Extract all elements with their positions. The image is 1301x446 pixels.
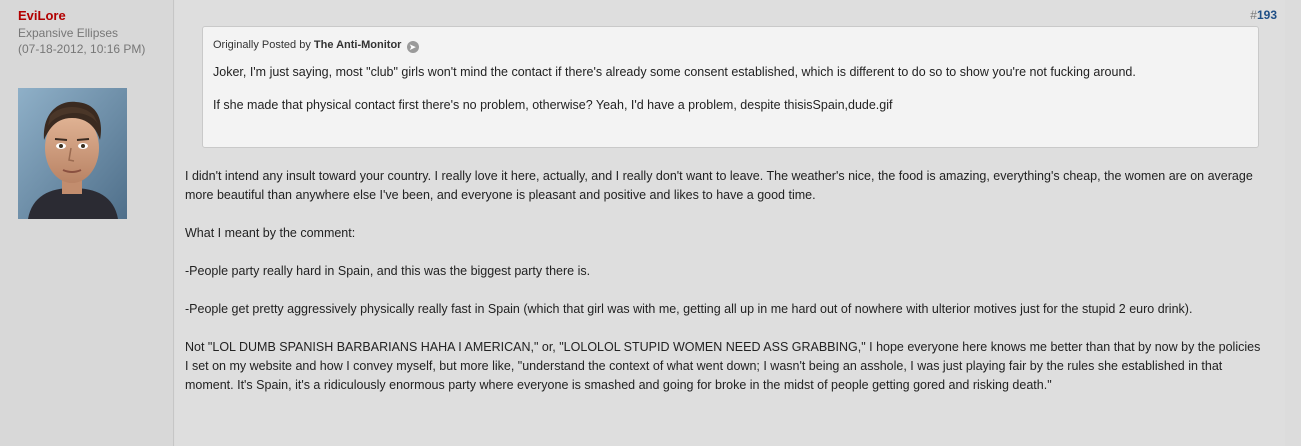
message-paragraph: -People get pretty aggressively physical… xyxy=(185,302,1193,316)
forum-post: EviLore Expansive Ellipses (07-18-2012, … xyxy=(0,0,1301,446)
quote-header: Originally Posted by The Anti-Monitor ➤ xyxy=(213,39,419,53)
view-post-arrow-icon[interactable]: ➤ xyxy=(406,41,419,53)
post-number: 193 xyxy=(1256,8,1277,22)
quote-block: Originally Posted by The Anti-Monitor ➤ … xyxy=(202,26,1259,148)
quote-body: Joker, I'm just saying, most "club" girl… xyxy=(213,63,1223,129)
originally-posted-by-label: Originally Posted by xyxy=(213,39,311,51)
avatar[interactable] xyxy=(18,88,127,219)
message-paragraph: What I meant by the comment: xyxy=(185,226,356,240)
post-date: (07-18-2012, 10:16 PM) xyxy=(18,42,146,56)
user-title: Expansive Ellipses xyxy=(18,26,119,40)
post-number-link[interactable]: #193 xyxy=(1250,8,1277,22)
quote-author: The Anti-Monitor xyxy=(313,39,402,51)
quote-paragraph: If she made that physical contact first … xyxy=(213,98,893,112)
quote-paragraph: Joker, I'm just saying, most "club" girl… xyxy=(213,65,1136,79)
avatar-photo-icon xyxy=(18,88,127,219)
message-paragraph: Not "LOL DUMB SPANISH BARBARIANS HAHA I … xyxy=(185,340,1261,392)
message-paragraph: I didn't intend any insult toward your c… xyxy=(185,169,1253,202)
post-content: #193 Originally Posted by The Anti-Monit… xyxy=(175,0,1285,446)
post-message: I didn't intend any insult toward your c… xyxy=(185,167,1265,414)
username-link[interactable]: EviLore xyxy=(18,8,66,23)
user-info-panel: EviLore Expansive Ellipses (07-18-2012, … xyxy=(0,0,174,446)
post-number-prefix: # xyxy=(1250,8,1257,22)
message-paragraph: -People party really hard in Spain, and … xyxy=(185,264,591,278)
